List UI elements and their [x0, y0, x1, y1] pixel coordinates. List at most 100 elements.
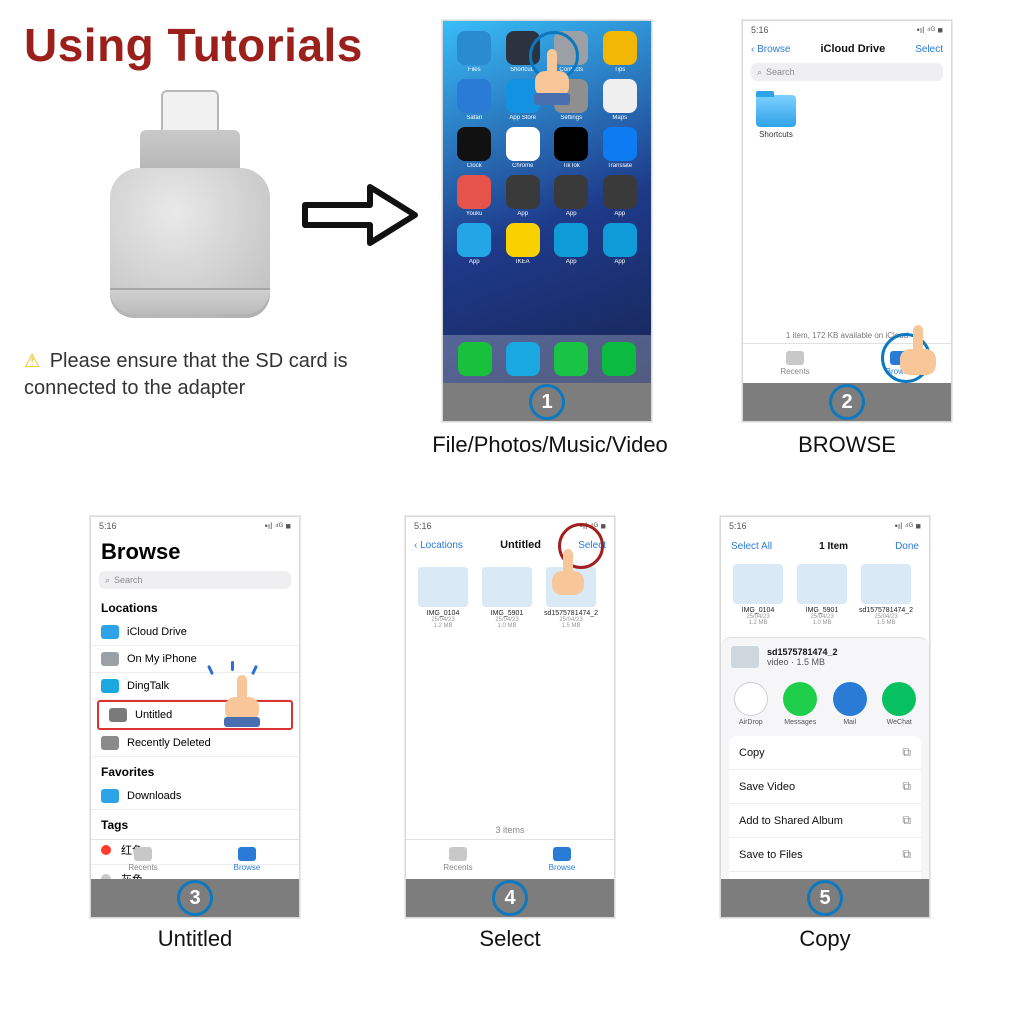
done-button[interactable]: Done [895, 541, 919, 552]
app-icon[interactable]: App [599, 175, 642, 217]
app-icon[interactable]: IKEA [502, 223, 545, 265]
app-icon[interactable]: Translate [599, 127, 642, 169]
list-item-label: Recently Deleted [127, 737, 211, 749]
selection-bar: Select All 1 Item Done [721, 535, 929, 558]
step-3-phone: 5:16•ıl ⁴ᴳ ■ Browse ⌕ Search Locations i… [90, 516, 300, 918]
search-input[interactable]: ⌕ Search [99, 571, 291, 589]
step-number: 1 [541, 391, 552, 414]
file-item[interactable]: IMG_590125/04/231.0 MB [795, 564, 849, 626]
action-row[interactable]: Add to Shared Album⧉ [729, 804, 921, 838]
dock-app-icon[interactable] [506, 342, 540, 376]
app-icon[interactable]: App [502, 175, 545, 217]
action-row[interactable]: Add Tags⧉ [729, 872, 921, 879]
app-icon[interactable]: Maps [599, 79, 642, 121]
browse-title: Browse [91, 535, 299, 567]
file-item[interactable]: IMG_010425/04/231.2 MB [731, 564, 785, 626]
app-icon[interactable]: App [599, 223, 642, 265]
app-icon[interactable]: App Store [502, 79, 545, 121]
tab-browse[interactable]: Browse [195, 840, 299, 879]
step-number: 2 [841, 391, 852, 414]
app-label: Settings [560, 115, 582, 121]
location-icon [101, 652, 119, 666]
tab-browse[interactable]: Browse [510, 840, 614, 879]
search-icon: ⌕ [105, 575, 110, 586]
file-size: 1.5 MB [561, 623, 580, 629]
status-bar: 5:16•ıl ⁴ᴳ ■ [743, 21, 951, 39]
share-target[interactable]: WeChat [880, 682, 920, 726]
share-target[interactable]: AirDrop [731, 682, 771, 726]
action-glyph-icon: ⧉ [902, 745, 911, 760]
share-target[interactable]: Mail [830, 682, 870, 726]
share-sheet-header: sd1575781474_2 video · 1.5 MB [721, 638, 929, 676]
warning-note: ⚠ Please ensure that the SD card is conn… [24, 348, 384, 402]
back-button[interactable]: ‹ Locations [414, 540, 463, 551]
step-5-caption: Copy [720, 926, 930, 952]
share-app-label: Messages [784, 719, 816, 726]
app-icon[interactable]: Clock [453, 127, 496, 169]
location-icon [101, 679, 119, 693]
pointing-hand-icon [893, 325, 943, 383]
step-number: 5 [819, 887, 830, 910]
list-item[interactable]: DingTalk [91, 673, 299, 700]
step-1-caption: File/Photos/Music/Video [420, 432, 680, 458]
page-title: Using Tutorials [24, 18, 363, 72]
action-row[interactable]: Save Video⧉ [729, 770, 921, 804]
dock-app-icon[interactable] [602, 342, 636, 376]
app-label: Tips [614, 67, 625, 73]
sd-slot [110, 288, 270, 314]
app-icon[interactable]: Chrome [502, 127, 545, 169]
action-glyph-icon: ⧉ [902, 847, 911, 862]
action-row[interactable]: Copy⧉ [729, 736, 921, 770]
step-number: 3 [189, 887, 200, 910]
tab-recents[interactable]: Recents [743, 344, 847, 383]
app-label: Maps [612, 115, 627, 121]
app-label: App [566, 259, 577, 265]
home-dock [443, 335, 651, 383]
dock-app-icon[interactable] [554, 342, 588, 376]
app-icon[interactable]: TikTok [550, 127, 593, 169]
tab-recents[interactable]: Recents [406, 840, 510, 879]
dock-app-icon[interactable] [458, 342, 492, 376]
app-icon[interactable]: Youku [453, 175, 496, 217]
select-all-button[interactable]: Select All [731, 541, 772, 552]
app-icon[interactable]: Tips [599, 31, 642, 73]
back-button[interactable]: ‹ Browse [751, 44, 790, 55]
app-icon[interactable]: Settings [550, 79, 593, 121]
tab-recents[interactable]: Recents [91, 840, 195, 879]
list-item[interactable]: On My iPhone [91, 646, 299, 673]
app-square-icon [603, 223, 637, 257]
file-item[interactable]: IMG_010425/04/231.2 MB [416, 567, 470, 629]
file-item[interactable]: IMG_590125/04/231.0 MB [480, 567, 534, 629]
app-icon[interactable]: Files [453, 31, 496, 73]
step-number: 4 [504, 887, 515, 910]
nav-title: iCloud Drive [790, 43, 915, 55]
share-sheet: sd1575781474_2 video · 1.5 MB AirDrop Mes… [721, 637, 929, 879]
select-button[interactable]: Select [915, 44, 943, 55]
app-icon[interactable]: App [550, 175, 593, 217]
app-label: App [517, 211, 528, 217]
clock-icon [449, 847, 467, 861]
app-icon[interactable]: App [453, 223, 496, 265]
step-base: 5 [721, 879, 929, 917]
share-target[interactable]: Messages [781, 682, 821, 726]
selection-count: 1 Item [819, 541, 848, 552]
file-item[interactable]: sd1575781474_225/04/231.5 MB [859, 564, 913, 626]
list-item[interactable]: iCloud Drive [91, 619, 299, 646]
share-app-icon [734, 682, 768, 716]
action-row[interactable]: Save to Files⧉ [729, 838, 921, 872]
search-icon: ⌕ [757, 67, 762, 78]
action-label: Save Video [739, 781, 795, 793]
file-size: 1.2 MB [748, 620, 767, 626]
app-square-icon [457, 223, 491, 257]
file-size: 1.0 MB [497, 623, 516, 629]
folder-grid: Shortcuts [743, 85, 951, 149]
app-icon[interactable]: Safari [453, 79, 496, 121]
app-label: Translate [607, 163, 632, 169]
file-name: IMG_0104 [742, 607, 775, 614]
app-icon[interactable]: App [550, 223, 593, 265]
folder-shortcuts[interactable]: Shortcuts [753, 95, 799, 139]
list-item[interactable]: Recently Deleted [91, 730, 299, 757]
search-input[interactable]: ⌕ Search [751, 63, 943, 81]
app-square-icon [554, 223, 588, 257]
list-item[interactable]: Downloads [91, 783, 299, 810]
